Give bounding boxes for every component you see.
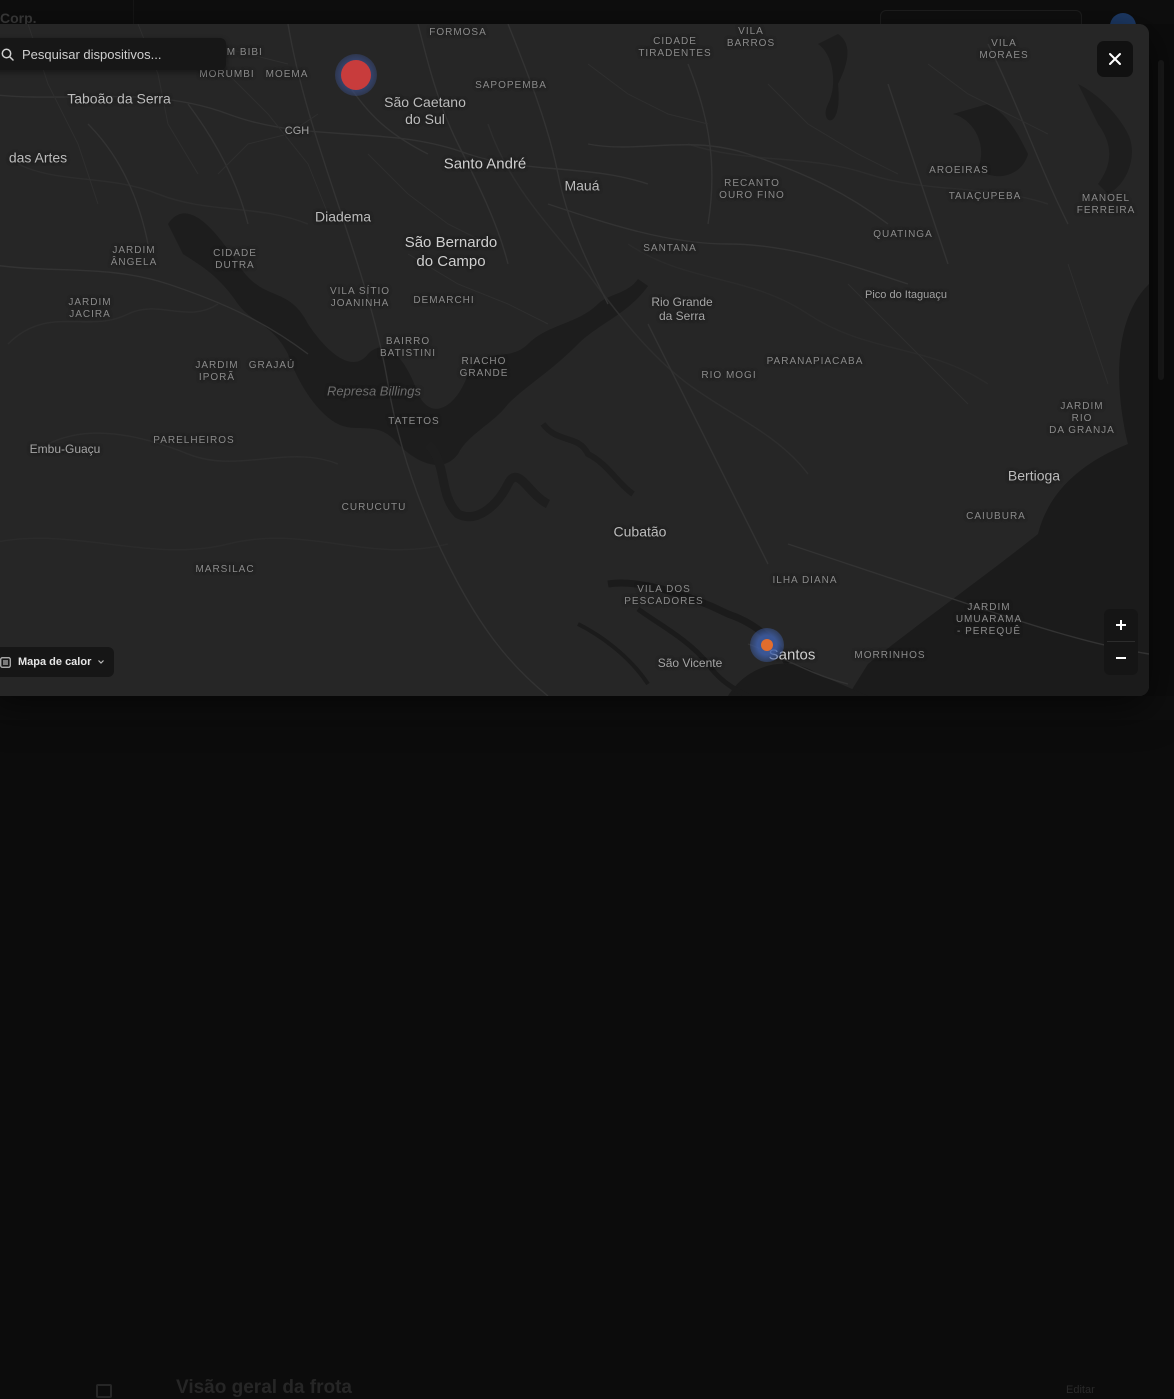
background-action: Editar [1066,1384,1095,1396]
map-label: CIDADE DUTRA [213,248,257,271]
map-label: JARDIM UMUARAMA - PEREQUÊ [955,602,1023,637]
map-label: Bertioga [1007,467,1061,484]
map-label: ILHA DIANA [772,575,838,586]
map-canvas[interactable]: Taboão da Serra das Artes ITAIM BIBI MORUMB… [0,24,1149,696]
heat-marker-sao-caetano[interactable] [335,54,377,96]
marker-dot [341,60,371,90]
map-label: TATETOS [388,416,440,427]
zoom-in-button[interactable] [1104,609,1138,641]
page-title: Visão geral da frota [176,1377,352,1398]
map-label: GRAJAÚ [248,360,296,371]
background-search-box [880,10,1082,25]
device-search[interactable] [0,38,226,70]
layer-selector-label: Mapa de calor [18,656,92,668]
map-label: Rio Grande da Serra [651,295,713,323]
map-label: São Bernardo do Campo [404,234,498,270]
minus-icon [1116,657,1126,659]
map-label: MORRINHOS [854,650,926,661]
map-label: RIO MOGI [701,370,757,381]
background-content: Visão geral da frota Editar [0,696,1174,1398]
map-label: JARDIM IPORÃ [195,360,239,383]
map-label: RIACHO GRANDE [459,356,509,379]
background-scrollbar [1158,60,1164,380]
map-label: VILA MORAES [979,38,1029,61]
map-label: CIDADE TIRADENTES [638,36,712,59]
map-label: Cubatão [613,523,667,540]
background-nav-icon [96,1384,112,1398]
search-input[interactable] [22,38,220,70]
zoom-out-button[interactable] [1104,642,1138,674]
plus-icon [1116,620,1126,630]
chevron-down-icon [98,660,105,664]
search-icon [1,48,14,61]
map-label: RECANTO OURO FINO [719,178,785,201]
background-topbar: Corp. [0,0,1174,35]
map-label: TAIAÇUPEBA [948,191,1022,202]
map-label: MORUMBI [199,69,255,80]
close-button[interactable] [1097,41,1133,77]
map-label: JARDIM RIO DA GRANJA [1049,401,1115,436]
marker-dot [761,639,773,651]
map-label: CURUCUTU [341,502,407,513]
map-label: VILA BARROS [726,26,776,49]
map-label: São Caetano do Sul [384,94,466,127]
layer-selector-button[interactable]: Mapa de calor [0,647,114,677]
map-label: Embu-Guaçu [29,442,101,456]
map-label: MANOEL FERREIRA [1076,193,1136,216]
map-label: Diadema [314,208,372,225]
heat-marker-santos[interactable] [750,628,784,662]
map-label: MOEMA [265,69,309,80]
map-label: FORMOSA [429,27,487,38]
map-label: Mauá [564,177,600,194]
map-label: PARELHEIROS [153,435,235,446]
map-label: VILA SÍTIO JOANINHA [329,286,391,309]
map-label: SAPOPEMBA [475,80,547,91]
map-label: Santo André [443,155,527,173]
map-label: QUATINGA [873,229,933,240]
map-terrain [0,24,1149,696]
map-label: AROEIRAS [929,165,989,176]
map-label: CAIUBURA [966,511,1026,522]
map-modal: Taboão da Serra das Artes ITAIM BIBI MORUMB… [0,24,1149,696]
map-label: PARANAPIACABA [766,356,864,367]
map-label: MARSILAC [195,564,255,575]
map-label: Taboão da Serra [67,90,171,107]
map-label: JARDIM JACIRA [68,297,112,320]
map-label: Represa Billings [327,383,421,399]
map-label: BAIRRO BATISTINI [379,336,437,359]
close-icon [1109,53,1121,65]
map-label: das Artes [8,149,68,166]
map-label: CGH [284,125,310,137]
layers-icon [0,656,11,668]
map-label: JARDIM ÂNGELA [110,245,158,268]
map-label: SANTANA [643,243,697,254]
zoom-control [1104,609,1138,675]
map-label: VILA DOS PESCADORES [624,584,704,607]
map-label: São Vicente [657,656,723,670]
map-label: Pico do Itaguaçu [865,289,947,301]
map-label: DEMARCHI [413,295,475,306]
